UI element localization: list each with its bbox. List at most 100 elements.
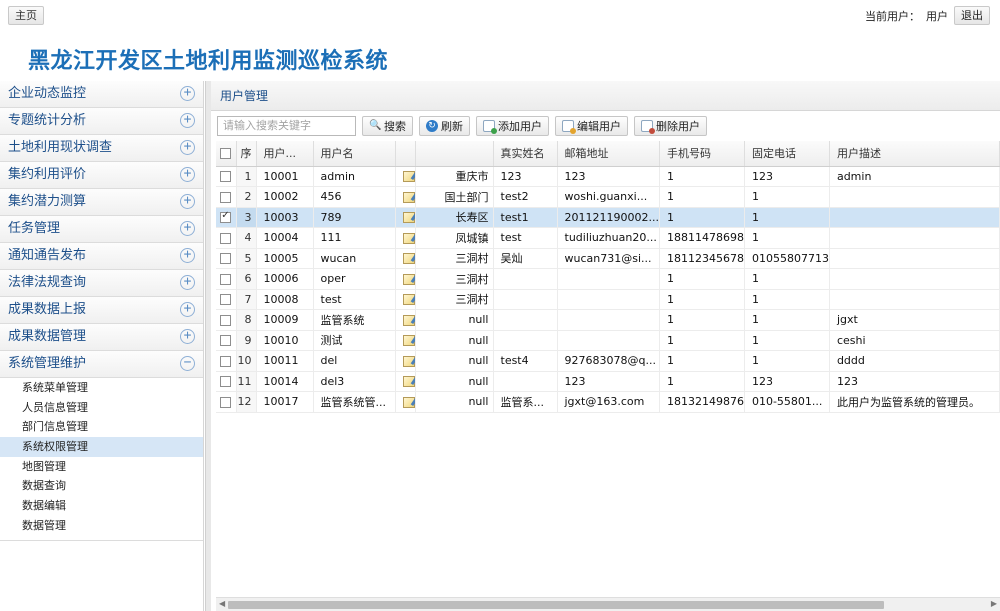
column-header-index[interactable]: 序 xyxy=(236,141,257,167)
search-input[interactable] xyxy=(217,116,356,136)
sidebar-item[interactable]: 成果数据管理 + xyxy=(0,324,203,351)
sidebar-item[interactable]: 企业动态监控 + xyxy=(0,81,203,108)
sidebar-item[interactable]: 集约利用评价 + xyxy=(0,162,203,189)
row-checkbox-cell[interactable] xyxy=(216,330,237,351)
edit-icon[interactable] xyxy=(402,191,414,203)
select-all-checkbox[interactable] xyxy=(216,141,237,167)
edit-user-button[interactable]: 编辑用户 xyxy=(555,116,628,136)
edit-icon[interactable] xyxy=(402,355,414,367)
expand-icon[interactable]: + xyxy=(180,194,195,209)
cell-edit[interactable] xyxy=(395,371,416,392)
cell-edit[interactable] xyxy=(395,350,416,372)
edit-icon[interactable] xyxy=(402,273,414,285)
row-checkbox-cell[interactable] xyxy=(216,371,237,392)
cell-edit[interactable] xyxy=(395,166,416,187)
row-checkbox[interactable] xyxy=(220,171,232,183)
refresh-button[interactable]: ↻ 刷新 xyxy=(419,116,470,136)
column-header-realname[interactable]: 真实姓名 xyxy=(493,141,558,167)
sidebar-subitem[interactable]: 系统权限管理 xyxy=(0,437,203,457)
row-checkbox-cell[interactable] xyxy=(216,207,237,228)
row-checkbox[interactable] xyxy=(220,232,232,244)
row-checkbox-cell[interactable] xyxy=(216,227,237,249)
row-checkbox[interactable] xyxy=(220,335,232,347)
scrollbar-thumb[interactable] xyxy=(228,601,884,609)
edit-icon[interactable] xyxy=(402,171,414,183)
scroll-left-icon[interactable]: ◀ xyxy=(219,599,225,608)
row-checkbox-cell[interactable] xyxy=(216,309,237,331)
sidebar-subitem[interactable]: 地图管理 xyxy=(0,457,203,477)
column-header-email[interactable]: 邮箱地址 xyxy=(557,141,660,167)
column-header-username[interactable]: 用户名 xyxy=(313,141,396,167)
delete-user-button[interactable]: 删除用户 xyxy=(634,116,707,136)
row-checkbox[interactable] xyxy=(220,253,232,265)
column-header-description[interactable]: 用户描述 xyxy=(829,141,1000,167)
expand-icon[interactable]: + xyxy=(180,275,195,290)
cell-edit[interactable] xyxy=(395,289,416,310)
expand-icon[interactable]: + xyxy=(180,167,195,182)
sidebar-item[interactable]: 系统管理维护 − xyxy=(0,351,203,378)
table-row[interactable]: 5 10005 wucan 三洞村 吴灿 wucan731@si... 1811234567… xyxy=(216,248,1000,269)
sidebar-item[interactable]: 任务管理 + xyxy=(0,216,203,243)
logout-button[interactable]: 退出 xyxy=(954,6,990,25)
edit-icon[interactable] xyxy=(402,396,414,408)
sidebar-item[interactable]: 法律法规查询 + xyxy=(0,270,203,297)
row-checkbox-cell[interactable] xyxy=(216,248,237,269)
edit-icon[interactable] xyxy=(402,294,414,306)
table-row[interactable]: 4 10004 111 凤城镇 test tudiliuzhuan20... 1881147… xyxy=(216,227,1000,249)
column-header-user-id[interactable]: 用户... xyxy=(256,141,314,167)
cell-edit[interactable] xyxy=(395,268,416,290)
row-checkbox[interactable] xyxy=(220,294,232,306)
edit-icon[interactable] xyxy=(402,314,414,326)
expand-icon[interactable]: + xyxy=(180,221,195,236)
row-checkbox-cell[interactable] xyxy=(216,391,237,413)
cell-edit[interactable] xyxy=(395,186,416,208)
cell-edit[interactable] xyxy=(395,207,416,228)
table-row[interactable]: 6 10006 oper 三洞村 1 1 xyxy=(216,268,1000,290)
sidebar-subitem[interactable]: 数据编辑 xyxy=(0,496,203,516)
sidebar-item[interactable]: 专题统计分析 + xyxy=(0,108,203,135)
table-row[interactable]: 8 10009 监管系统 null 1 1 jgxt xyxy=(216,309,1000,331)
row-checkbox[interactable] xyxy=(220,355,232,367)
home-button[interactable]: 主页 xyxy=(8,6,44,25)
row-checkbox-cell[interactable] xyxy=(216,289,237,310)
sidebar-subitem[interactable]: 人员信息管理 xyxy=(0,398,203,418)
row-checkbox-cell[interactable] xyxy=(216,350,237,372)
table-row[interactable]: 2 10002 456 国土部门 test2 woshi.guanxi... 1 1 xyxy=(216,186,1000,208)
search-button[interactable]: 🔍 搜索 xyxy=(362,116,413,136)
cell-edit[interactable] xyxy=(395,330,416,351)
horizontal-scrollbar[interactable]: ◀ ▶ xyxy=(216,597,1000,611)
scroll-right-icon[interactable]: ▶ xyxy=(991,599,997,608)
column-header-phone[interactable]: 固定电话 xyxy=(744,141,830,167)
sidebar-item[interactable]: 通知通告发布 + xyxy=(0,243,203,270)
expand-icon[interactable]: + xyxy=(180,140,195,155)
row-checkbox[interactable] xyxy=(220,210,232,224)
column-header-region[interactable] xyxy=(415,141,494,167)
edit-icon[interactable] xyxy=(402,253,414,265)
row-checkbox[interactable] xyxy=(220,314,232,326)
row-checkbox-cell[interactable] xyxy=(216,166,237,187)
sidebar-item[interactable]: 集约潜力测算 + xyxy=(0,189,203,216)
edit-icon[interactable] xyxy=(402,232,414,244)
row-checkbox[interactable] xyxy=(220,273,232,285)
row-checkbox[interactable] xyxy=(220,191,232,203)
expand-icon[interactable]: + xyxy=(180,302,195,317)
table-row[interactable]: 10 10011 del null test4 927683078@q... 1 1 dddd xyxy=(216,350,1000,372)
add-user-button[interactable]: 添加用户 xyxy=(476,116,549,136)
row-checkbox-cell[interactable] xyxy=(216,268,237,290)
expand-icon[interactable]: + xyxy=(180,113,195,128)
row-checkbox[interactable] xyxy=(220,376,232,388)
collapse-icon[interactable]: − xyxy=(180,356,195,371)
expand-icon[interactable]: + xyxy=(180,86,195,101)
table-row[interactable]: 9 10010 测试 null 1 1 ceshi xyxy=(216,330,1000,351)
cell-edit[interactable] xyxy=(395,227,416,249)
sidebar-item[interactable]: 土地利用现状调查 + xyxy=(0,135,203,162)
sidebar-subitem[interactable]: 部门信息管理 xyxy=(0,417,203,437)
expand-icon[interactable]: + xyxy=(180,329,195,344)
column-header-mobile[interactable]: 手机号码 xyxy=(659,141,745,167)
table-row[interactable]: 12 10017 监管系统管... null 监管系... jgxt@163.com 181… xyxy=(216,391,1000,413)
edit-icon[interactable] xyxy=(402,376,414,388)
sidebar-subitem[interactable]: 系统菜单管理 xyxy=(0,378,203,398)
column-header-edit[interactable] xyxy=(395,141,416,167)
cell-edit[interactable] xyxy=(395,309,416,331)
sidebar-subitem[interactable]: 数据查询 xyxy=(0,476,203,496)
